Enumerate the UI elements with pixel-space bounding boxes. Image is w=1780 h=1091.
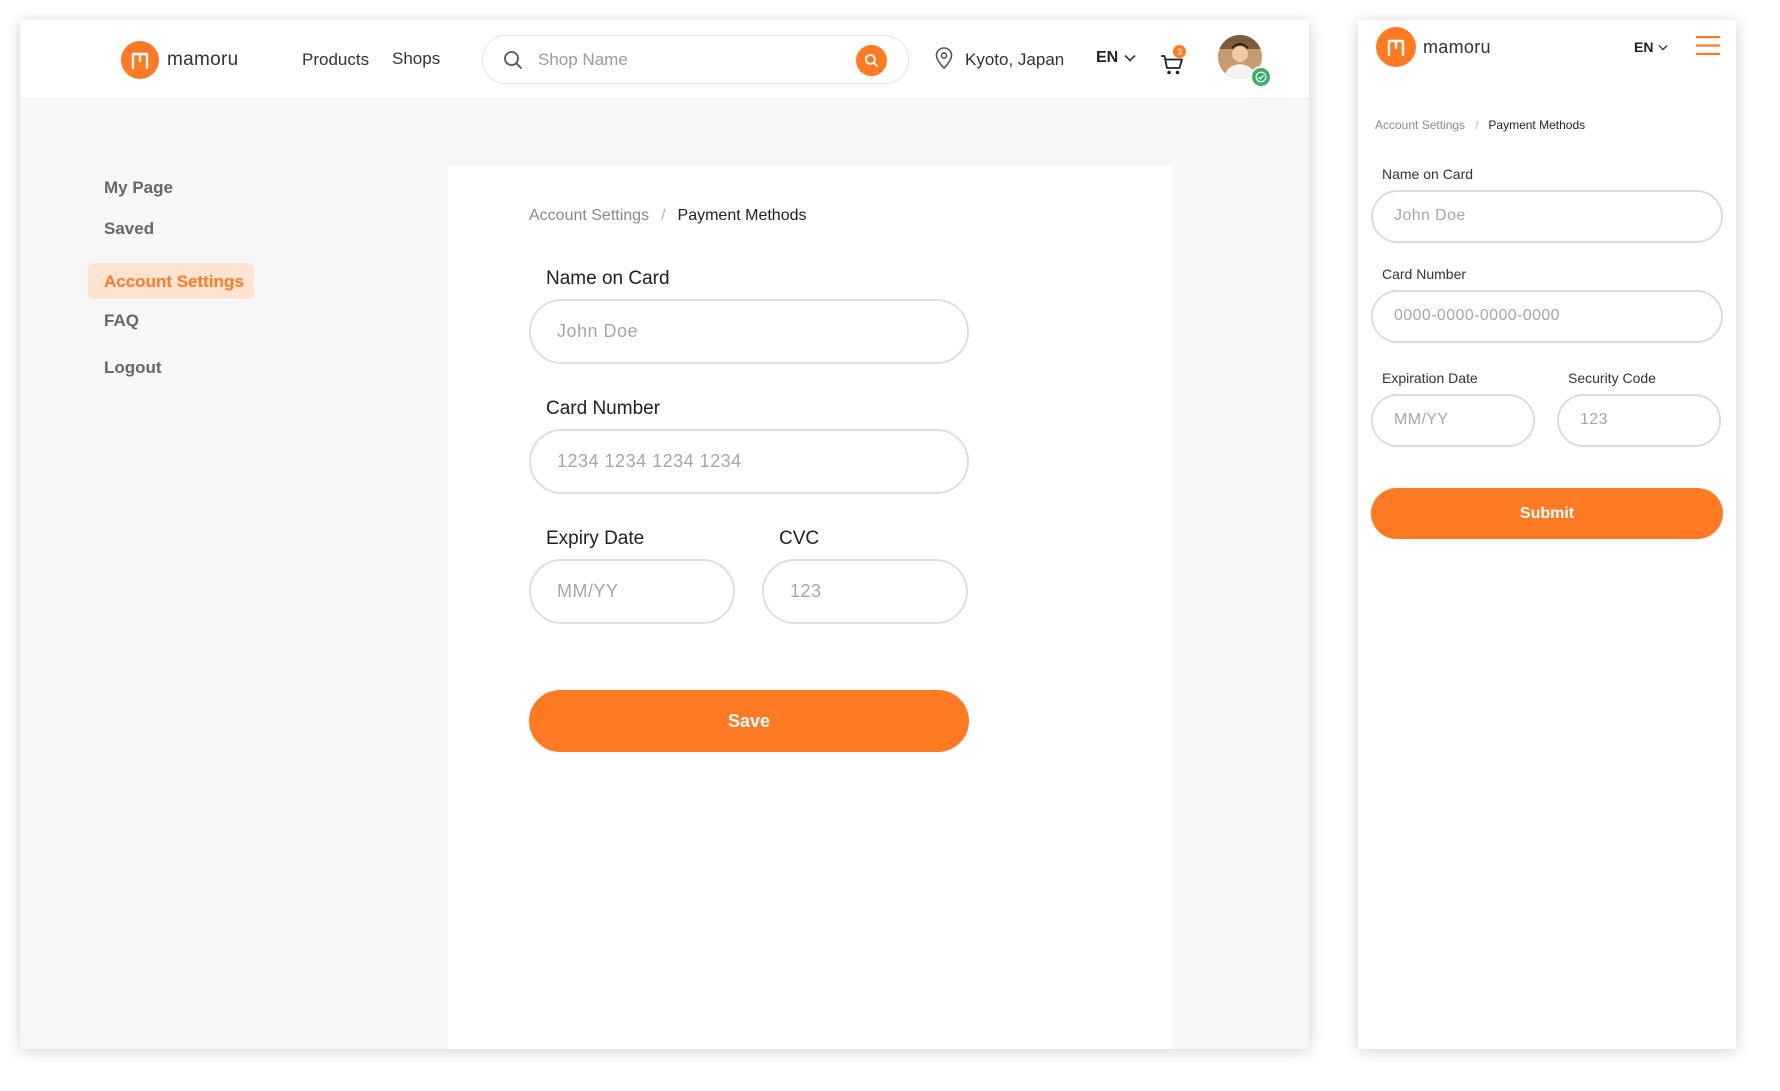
- expiration-date-placeholder: MM/YY: [1394, 411, 1449, 428]
- sidebar-item-saved[interactable]: Saved: [104, 219, 154, 239]
- mobile-view: mamoru EN Account Settings / Payment Met…: [1358, 20, 1736, 1049]
- cart-button[interactable]: 3: [1160, 45, 1188, 76]
- cvc-input[interactable]: 123: [762, 559, 968, 624]
- breadcrumb-separator: /: [661, 207, 666, 224]
- card-number-placeholder: 0000-0000-0000-0000: [1394, 307, 1560, 324]
- location-pin-icon: [935, 47, 953, 74]
- security-code-input[interactable]: 123: [1557, 394, 1721, 447]
- card-number-label: Card Number: [1382, 266, 1467, 282]
- nav-products[interactable]: Products: [302, 50, 369, 70]
- brand-logo[interactable]: mamoru: [121, 41, 238, 79]
- payment-methods-panel: Account Settings / Payment Methods Name …: [448, 165, 1173, 1049]
- name-on-card-label: Name on Card: [1382, 166, 1474, 182]
- security-code-label: Security Code: [1568, 370, 1656, 386]
- name-on-card-input[interactable]: John Doe: [529, 299, 969, 364]
- name-on-card-input[interactable]: John Doe: [1371, 190, 1723, 243]
- language-label: EN: [1096, 49, 1119, 66]
- chevron-down-icon: [1658, 44, 1669, 51]
- breadcrumb: Account Settings / Payment Methods: [529, 207, 806, 225]
- expiration-date-input[interactable]: MM/YY: [1371, 394, 1535, 447]
- cart-count-badge: 3: [1173, 45, 1186, 58]
- expiry-date-placeholder: MM/YY: [557, 581, 619, 601]
- cvc-placeholder: 123: [790, 581, 822, 601]
- location-selector[interactable]: Kyoto, Japan: [965, 50, 1064, 70]
- save-button[interactable]: Save: [529, 690, 969, 752]
- hamburger-menu-icon[interactable]: [1696, 36, 1720, 55]
- language-selector[interactable]: EN: [1096, 49, 1136, 67]
- breadcrumb-account-settings[interactable]: Account Settings: [529, 207, 649, 225]
- expiry-date-label: Expiry Date: [546, 528, 645, 549]
- top-navbar: mamoru Products Shops Shop Name Kyoto, J…: [20, 20, 1309, 99]
- sidebar-item-faq[interactable]: FAQ: [104, 311, 139, 331]
- expiry-date-input[interactable]: MM/YY: [529, 559, 735, 624]
- sidebar-item-logout[interactable]: Logout: [104, 358, 162, 378]
- search-input[interactable]: Shop Name: [538, 50, 628, 70]
- chevron-down-icon: [1124, 54, 1136, 62]
- name-on-card-label: Name on Card: [546, 268, 670, 289]
- mamoru-logo-icon: [1376, 27, 1416, 67]
- brand-name: mamoru: [167, 49, 239, 70]
- verified-check-icon: [1250, 66, 1272, 88]
- expiration-date-label: Expiration Date: [1382, 370, 1478, 386]
- search-icon: [864, 53, 879, 68]
- sidebar-item-account-settings[interactable]: Account Settings: [104, 272, 244, 292]
- desktop-view: mamoru Products Shops Shop Name Kyoto, J…: [20, 20, 1309, 1049]
- language-selector[interactable]: EN: [1634, 39, 1669, 55]
- submit-button[interactable]: Submit: [1371, 488, 1723, 539]
- security-code-placeholder: 123: [1580, 411, 1608, 428]
- search-icon: [503, 50, 523, 75]
- mamoru-logo-icon: [121, 41, 159, 79]
- breadcrumb-payment-methods: Payment Methods: [1488, 118, 1586, 132]
- nav-shops[interactable]: Shops: [392, 49, 440, 69]
- card-number-label: Card Number: [546, 398, 661, 419]
- name-on-card-placeholder: John Doe: [1394, 207, 1466, 224]
- sidebar-item-my-page[interactable]: My Page: [104, 178, 173, 198]
- card-number-input[interactable]: 0000-0000-0000-0000: [1371, 290, 1723, 343]
- breadcrumb: Account Settings / Payment Methods: [1375, 118, 1585, 132]
- breadcrumb-payment-methods: Payment Methods: [677, 207, 807, 224]
- name-on-card-placeholder: John Doe: [557, 321, 639, 341]
- search-bar[interactable]: Shop Name: [482, 35, 909, 84]
- card-number-placeholder: 1234 1234 1234 1234: [557, 451, 742, 471]
- language-label: EN: [1634, 39, 1654, 55]
- breadcrumb-separator: /: [1475, 118, 1479, 132]
- brand-name: mamoru: [1423, 36, 1491, 57]
- cvc-label: CVC: [779, 528, 820, 549]
- search-submit-button[interactable]: [856, 45, 887, 76]
- breadcrumb-account-settings[interactable]: Account Settings: [1375, 118, 1465, 132]
- card-number-input[interactable]: 1234 1234 1234 1234: [529, 429, 969, 494]
- brand-logo[interactable]: mamoru: [1376, 27, 1491, 67]
